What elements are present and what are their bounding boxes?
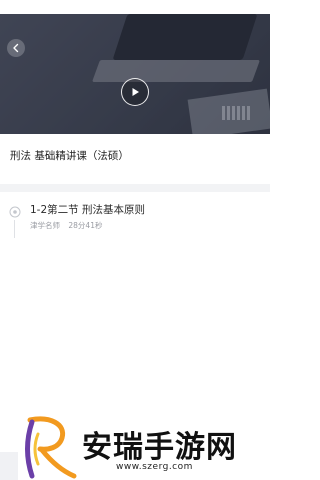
side-edge [0,452,18,480]
play-icon [132,88,139,96]
lesson-duration: 28分41秒 [68,221,103,230]
lesson-meta: 津学名师 28分41秒 [30,220,102,231]
watermark-name: 安瑞手游网 [82,430,237,465]
video-overlay [0,14,270,134]
chevron-left-icon [13,43,19,53]
lesson-title: 1-2第二节 刑法基本原则 [30,204,145,216]
lesson-teacher: 津学名师 [30,221,60,230]
stylized-R-logo [25,416,77,479]
video-player[interactable] [0,14,270,134]
back-button[interactable] [7,39,25,57]
lesson-item[interactable]: 1-2第二节 刑法基本原则 津学名师 28分41秒 [0,198,270,238]
section-divider [0,184,270,192]
play-button[interactable] [121,78,149,106]
timeline-line [14,220,15,238]
watermark-url: www.szerg.com [116,462,193,472]
course-title: 刑法 基础精讲课（法硕） [10,150,129,162]
watermark: 安瑞手游网 www.szerg.com [20,414,270,480]
eye-icon [9,206,21,218]
